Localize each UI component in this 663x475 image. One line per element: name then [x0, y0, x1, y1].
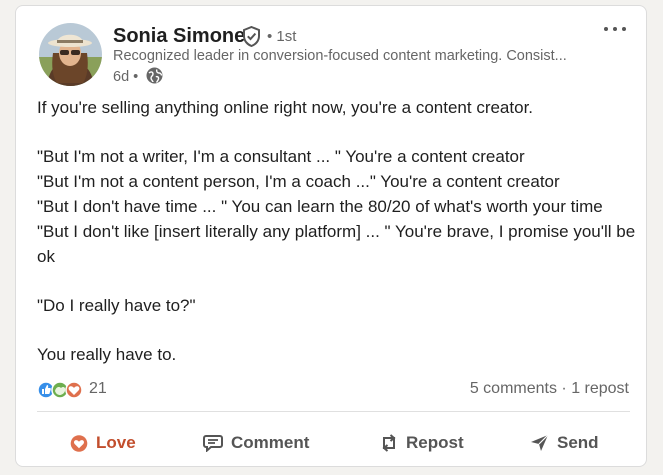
- author-avatar[interactable]: [39, 23, 102, 86]
- reaction-icons[interactable]: [37, 379, 89, 401]
- post-paragraph: If you're selling anything online right …: [37, 98, 534, 117]
- globe-icon: [146, 67, 163, 84]
- love-label: Love: [96, 433, 136, 452]
- post-body: If you're selling anything online right …: [37, 95, 637, 367]
- repost-label: Repost: [406, 433, 464, 452]
- reposts-count[interactable]: 1 repost: [571, 380, 629, 397]
- reaction-count[interactable]: 21: [89, 380, 107, 398]
- comment-button[interactable]: Comment: [203, 428, 309, 458]
- repost-button[interactable]: Repost: [380, 428, 464, 458]
- comment-icon: [203, 435, 223, 452]
- author-name[interactable]: Sonia Simone: [113, 25, 245, 48]
- post-line: "But I'm not a content person, I'm a coa…: [37, 172, 560, 191]
- repost-icon: [382, 434, 396, 452]
- post-paragraph: "Do I really have to?": [37, 296, 196, 315]
- stats-separator: ·: [556, 380, 572, 397]
- post-line: "But I don't have time ... " You can lea…: [37, 197, 603, 216]
- love-reaction-icon: [70, 434, 88, 452]
- post-paragraph: You really have to.: [37, 345, 177, 364]
- post-paragraph-list: "But I'm not a writer, I'm a consultant …: [37, 144, 637, 269]
- post-line: "But I'm not a writer, I'm a consultant …: [37, 147, 525, 166]
- connection-degree: • 1st: [267, 28, 297, 45]
- send-label: Send: [557, 433, 599, 452]
- post-timestamp: 6d •: [113, 69, 139, 85]
- post-line: "But I don't like [insert literally any …: [37, 222, 636, 266]
- love-button[interactable]: Love: [70, 428, 136, 458]
- love-icon: [65, 381, 83, 399]
- verified-shield-icon: [243, 26, 260, 47]
- divider: [37, 411, 630, 412]
- more-options-icon[interactable]: [602, 22, 628, 36]
- avatar-image: [39, 23, 102, 86]
- send-paper-plane-icon: [531, 434, 549, 451]
- social-stats: 5 comments · 1 repost: [470, 380, 629, 398]
- comments-count[interactable]: 5 comments: [470, 380, 557, 397]
- comment-label: Comment: [231, 433, 310, 452]
- author-headline: Recognized leader in conversion-focused …: [113, 48, 567, 64]
- send-button[interactable]: Send: [530, 428, 599, 458]
- post-card: Sonia Simone • 1st Recognized leader in …: [15, 5, 647, 467]
